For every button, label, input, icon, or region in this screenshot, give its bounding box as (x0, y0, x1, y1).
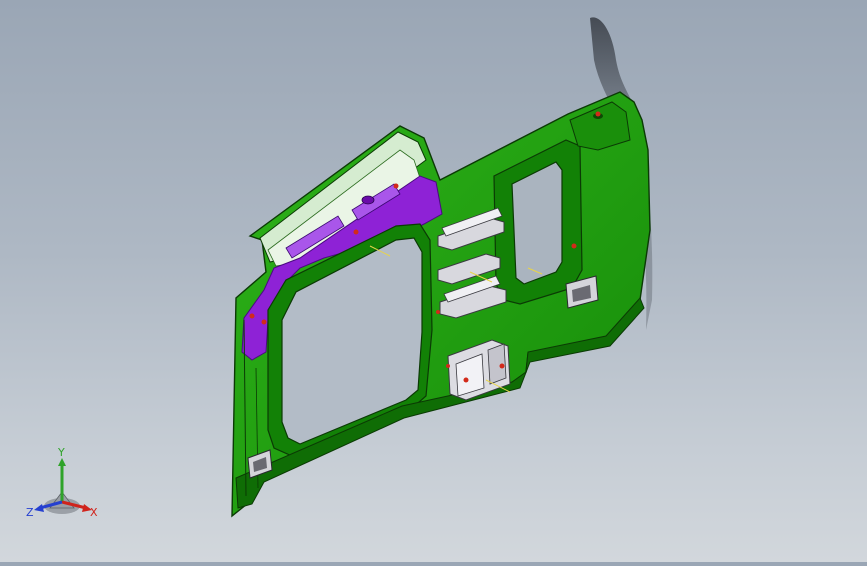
z-axis-arrow-icon (34, 504, 44, 512)
3d-viewport[interactable] (0, 0, 867, 562)
door-panel-model[interactable] (231, 91, 651, 518)
y-axis-arrow-icon (58, 458, 66, 466)
purple-hole (361, 195, 375, 205)
x-axis-label: X (90, 506, 98, 519)
z-axis-label: Z (26, 506, 34, 519)
cad-model-canvas[interactable] (0, 0, 867, 562)
y-axis-label: Y (57, 446, 65, 459)
right-window-opening (511, 161, 563, 285)
coordinate-triad: Y X Z (24, 446, 104, 526)
